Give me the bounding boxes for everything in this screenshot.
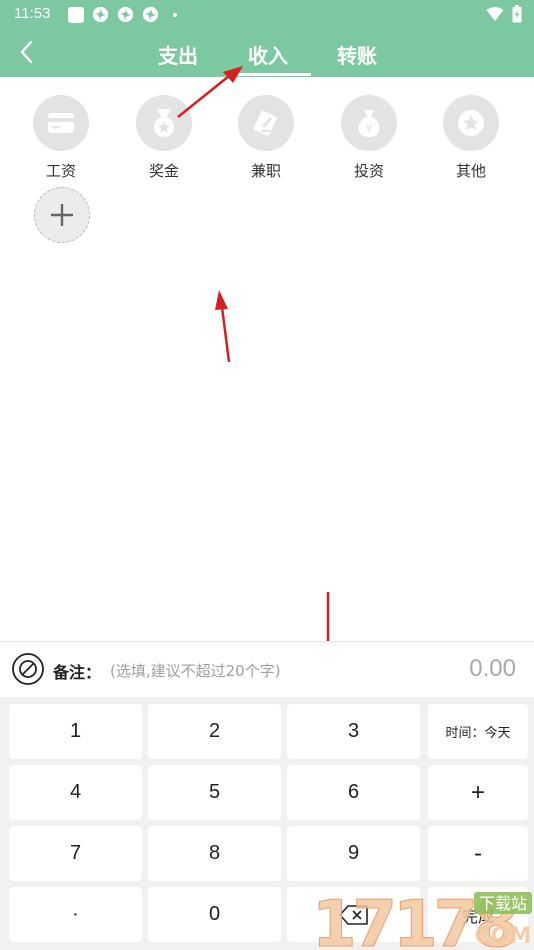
pen-icon xyxy=(238,95,294,151)
category-other[interactable]: 其他 xyxy=(436,95,506,181)
category-label: 兼职 xyxy=(250,162,281,180)
key-9[interactable]: 9 xyxy=(287,826,420,881)
key-6[interactable]: 6 xyxy=(287,765,420,820)
category-investment[interactable]: ¥ 投资 xyxy=(334,95,404,181)
annotation-arrow xyxy=(215,290,231,363)
category-salary[interactable]: 工资 xyxy=(26,95,96,181)
watermark-sub-top: 下载站 xyxy=(479,894,527,913)
category-label: 投资 xyxy=(353,162,384,180)
tab-expense[interactable]: 支出 xyxy=(158,40,198,69)
category-part-time[interactable]: 兼职 xyxy=(231,95,301,181)
minus-key[interactable]: - xyxy=(428,826,528,881)
status-bar: 11:53 xyxy=(0,0,534,28)
add-category-button[interactable] xyxy=(27,187,97,243)
amount-display: 0.00 xyxy=(469,655,516,682)
key-4[interactable]: 4 xyxy=(9,765,142,820)
header-bar: 支出 收入 转账 xyxy=(0,28,534,77)
category-bonus[interactable]: 奖金 xyxy=(129,95,199,181)
status-notification-icons xyxy=(68,6,177,23)
star-icon xyxy=(443,95,499,151)
battery-icon xyxy=(512,5,522,23)
watermark-sub-bottom: COM xyxy=(475,924,532,949)
note-input[interactable]: (选填,建议不超过20个字) xyxy=(110,660,281,681)
status-system-icons xyxy=(486,5,522,23)
wifi-icon xyxy=(486,7,504,21)
category-label: 工资 xyxy=(45,162,76,180)
pinwheel-icon xyxy=(92,6,109,23)
site-watermark: 17178 下载站 COM xyxy=(312,888,532,950)
date-picker-button[interactable]: 时间：今天 xyxy=(428,704,528,759)
dot-icon xyxy=(173,12,177,17)
key-7[interactable]: 7 xyxy=(9,826,142,881)
tab-income[interactable]: 收入 xyxy=(248,40,288,69)
back-arrow-icon[interactable] xyxy=(14,38,42,66)
plus-icon xyxy=(34,187,90,243)
plus-key[interactable]: + xyxy=(428,765,528,820)
tab-transfer[interactable]: 转账 xyxy=(337,40,377,69)
medal-icon xyxy=(136,95,192,151)
note-row: 备注： (选填,建议不超过20个字) 0.00 xyxy=(0,641,534,697)
key-1[interactable]: 1 xyxy=(9,704,142,759)
key-0[interactable]: 0 xyxy=(148,887,281,942)
key-3[interactable]: 3 xyxy=(287,704,420,759)
key-8[interactable]: 8 xyxy=(148,826,281,881)
app-screen: 11:53 支出 收入 转账 工资 奖金 兼职 ¥ 投资 其他 备注： (选填,… xyxy=(0,0,534,950)
key-2[interactable]: 2 xyxy=(148,704,281,759)
pinwheel-icon xyxy=(142,6,159,23)
key-dot[interactable]: · xyxy=(9,887,142,942)
key-5[interactable]: 5 xyxy=(148,765,281,820)
note-label: 备注： xyxy=(53,663,102,682)
category-label: 奖金 xyxy=(148,162,179,180)
svg-text:¥: ¥ xyxy=(366,122,373,135)
category-label: 其他 xyxy=(455,162,486,180)
money-bag-icon: ¥ xyxy=(341,95,397,151)
no-category-icon[interactable] xyxy=(11,652,45,686)
status-time: 11:53 xyxy=(14,5,51,22)
pinwheel-icon xyxy=(117,6,134,23)
active-tab-indicator xyxy=(226,73,311,76)
card-icon xyxy=(33,95,89,151)
square-notification-icon xyxy=(68,6,84,23)
